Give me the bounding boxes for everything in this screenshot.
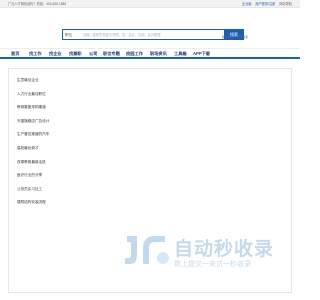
list-item[interactable]: 建筑结构安装流程 — [17, 200, 46, 205]
nav-item-find-company[interactable]: 找企业 — [49, 51, 62, 57]
watermark-subtitle: 数上提交一来访一秒收录 — [174, 261, 251, 268]
search-type-select[interactable]: 职位 — [65, 33, 72, 38]
main-nav: 首页 找工作 找企业 找兼职 公司 职位专题 校园工作 职场资讯 工具箱 APP… — [0, 48, 300, 59]
header-links: 职位搜索 简历搜索 — [222, 35, 251, 39]
top-bar: 广元人才网欢迎你！热线：400-838-1888 企业版 用户登录/注册 网站导… — [0, 0, 300, 8]
nav-item-part-time[interactable]: 找兼职 — [69, 51, 82, 57]
list-item[interactable]: 天猫旗舰店广告设计 — [17, 119, 49, 124]
nav-item-toolbox[interactable]: 工具箱 — [174, 51, 187, 57]
nav-item-career-news[interactable]: 职场资讯 — [150, 51, 167, 57]
welcome-text: 广元人才网欢迎你！热线：400-838-1888 — [8, 2, 67, 6]
enterprise-link[interactable]: 企业版 — [242, 2, 252, 6]
list-item[interactable]: 医疗行业的分享 — [17, 173, 42, 178]
search-box: 职位 搜索 — [62, 29, 244, 40]
watermark: 自动秒收录 数上提交一来访一秒收录 — [121, 232, 281, 282]
search-input[interactable] — [83, 31, 218, 39]
list-item[interactable]: 生产管控渠道的汽车 — [17, 132, 49, 137]
nav-item-find-job[interactable]: 找工作 — [29, 51, 42, 57]
nav-item-job-topics[interactable]: 职位专题 — [103, 51, 120, 57]
header: 职位 搜索 — [0, 8, 300, 48]
list-item[interactable]: 生意最佳企业 — [17, 78, 39, 83]
nav-item-campus-jobs[interactable]: 校园工作 — [126, 51, 143, 57]
list-item[interactable]: 人力行业最佳职位 — [17, 92, 46, 97]
watermark-logo-icon — [125, 236, 169, 264]
job-search-link[interactable]: 职位搜索 — [222, 35, 233, 39]
list-item[interactable]: 高校最优奇才 — [17, 146, 39, 151]
nav-item-home[interactable]: 首页 — [11, 51, 19, 57]
login-register-link[interactable]: 用户登录/注册 — [255, 2, 275, 6]
list-item[interactable]: 教育集团采购渠道 — [17, 105, 46, 110]
resume-search-link[interactable]: 简历搜索 — [237, 35, 248, 39]
nav-item-company[interactable]: 公司 — [89, 51, 97, 57]
list-item[interactable]: 公务员实习社工 — [17, 187, 42, 192]
nav-item-app-download[interactable]: APP下载 — [193, 51, 210, 57]
top-links: 企业版 用户登录/注册 网站导航 — [239, 1, 292, 6]
site-nav-link[interactable]: 网站导航 — [279, 2, 292, 6]
watermark-title: 自动秒收录 — [174, 239, 275, 260]
list-item[interactable]: 改革教育最新活跃 — [17, 160, 46, 165]
